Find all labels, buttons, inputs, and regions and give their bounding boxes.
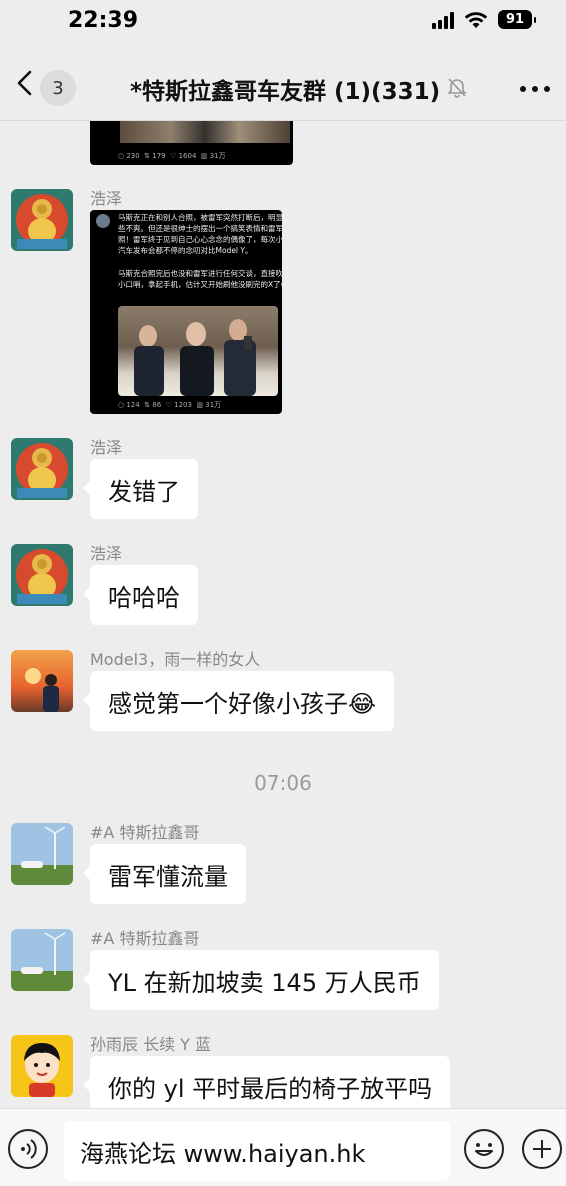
text-message[interactable]: 哈哈哈: [83, 565, 198, 625]
message-list[interactable]: ○ 230 ⇅ 179 ♡ 1604 ▥ 31万 浩泽 马斯克正在和别人合照，被…: [0, 121, 566, 1108]
status-bar: 22:39 91: [0, 0, 566, 44]
sender-name: Model3，雨一样的女人: [90, 650, 261, 669]
message-input[interactable]: 海燕论坛 www.haiyan.hk: [64, 1121, 450, 1181]
avatar[interactable]: [11, 189, 73, 251]
avatar[interactable]: [11, 1035, 73, 1097]
previous-image-stats: ○ 230 ⇅ 179 ♡ 1604 ▥ 31万: [118, 152, 226, 160]
avatar[interactable]: [11, 544, 73, 606]
sender-name: 孙雨辰 长续 Y 蓝: [90, 1035, 212, 1054]
status-time: 22:39: [68, 8, 139, 33]
wifi-icon: [464, 11, 488, 28]
emoji-icon[interactable]: [464, 1129, 504, 1169]
more-dots-icon[interactable]: [520, 74, 550, 104]
sender-name: #A 特斯拉鑫哥: [90, 929, 200, 948]
text-message[interactable]: 发错了: [83, 459, 198, 519]
post-text-2: 马斯克合照完后也没和雷军进行任何交谈，直接吹着小口哨，拿起手机，估计又开始刷他没…: [118, 269, 282, 289]
text-message[interactable]: YL 在新加坡卖 145 万人民币: [83, 950, 439, 1010]
sender-name: 浩泽: [90, 438, 123, 457]
sender-name: 浩泽: [90, 544, 123, 563]
post-author-avatar: [96, 214, 110, 228]
avatar[interactable]: [11, 438, 73, 500]
unread-count-badge[interactable]: 3: [40, 70, 76, 106]
text-message[interactable]: 你的 yl 平时最后的椅子放平吗: [82, 1056, 451, 1108]
bell-muted-icon: [447, 78, 467, 98]
avatar[interactable]: [11, 650, 73, 712]
voice-icon[interactable]: [8, 1129, 48, 1169]
text-message[interactable]: 感觉第一个好像小孩子😂: [82, 671, 395, 731]
cellular-signal-icon: [432, 11, 454, 29]
back-chevron-icon[interactable]: [14, 70, 36, 96]
sender-name: #A 特斯拉鑫哥: [90, 823, 200, 842]
input-bar: 海燕论坛 www.haiyan.hk: [0, 1108, 566, 1186]
avatar[interactable]: [11, 823, 73, 885]
chat-title[interactable]: *特斯拉鑫哥车友群 (1)(331): [130, 72, 440, 106]
battery-level: 91: [498, 10, 536, 29]
post-stats: ○ 124 ⇅ 86 ♡ 1203 ▥ 31万: [118, 401, 222, 409]
image-message[interactable]: 马斯克正在和别人合照，被雷军突然打断后，明显有些不爽。但还是很绅士的摆出一个搞笑…: [90, 210, 282, 414]
previous-image-message[interactable]: ○ 230 ⇅ 179 ♡ 1604 ▥ 31万: [90, 121, 293, 165]
previous-image-photo: [120, 121, 290, 143]
status-icons: 91: [432, 10, 536, 29]
post-text-1: 马斯克正在和别人合照，被雷军突然打断后，明显有些不爽。但还是很绅士的摆出一个搞笑…: [118, 213, 282, 255]
text-message[interactable]: 雷军懂流量: [83, 844, 246, 904]
chat-header: 3 *特斯拉鑫哥车友群 (1)(331): [0, 44, 566, 121]
plus-icon[interactable]: [522, 1129, 562, 1169]
post-photo: [118, 306, 278, 396]
sender-name: 浩泽: [90, 189, 123, 208]
time-separator: 07:06: [254, 771, 312, 795]
avatar[interactable]: [11, 929, 73, 991]
